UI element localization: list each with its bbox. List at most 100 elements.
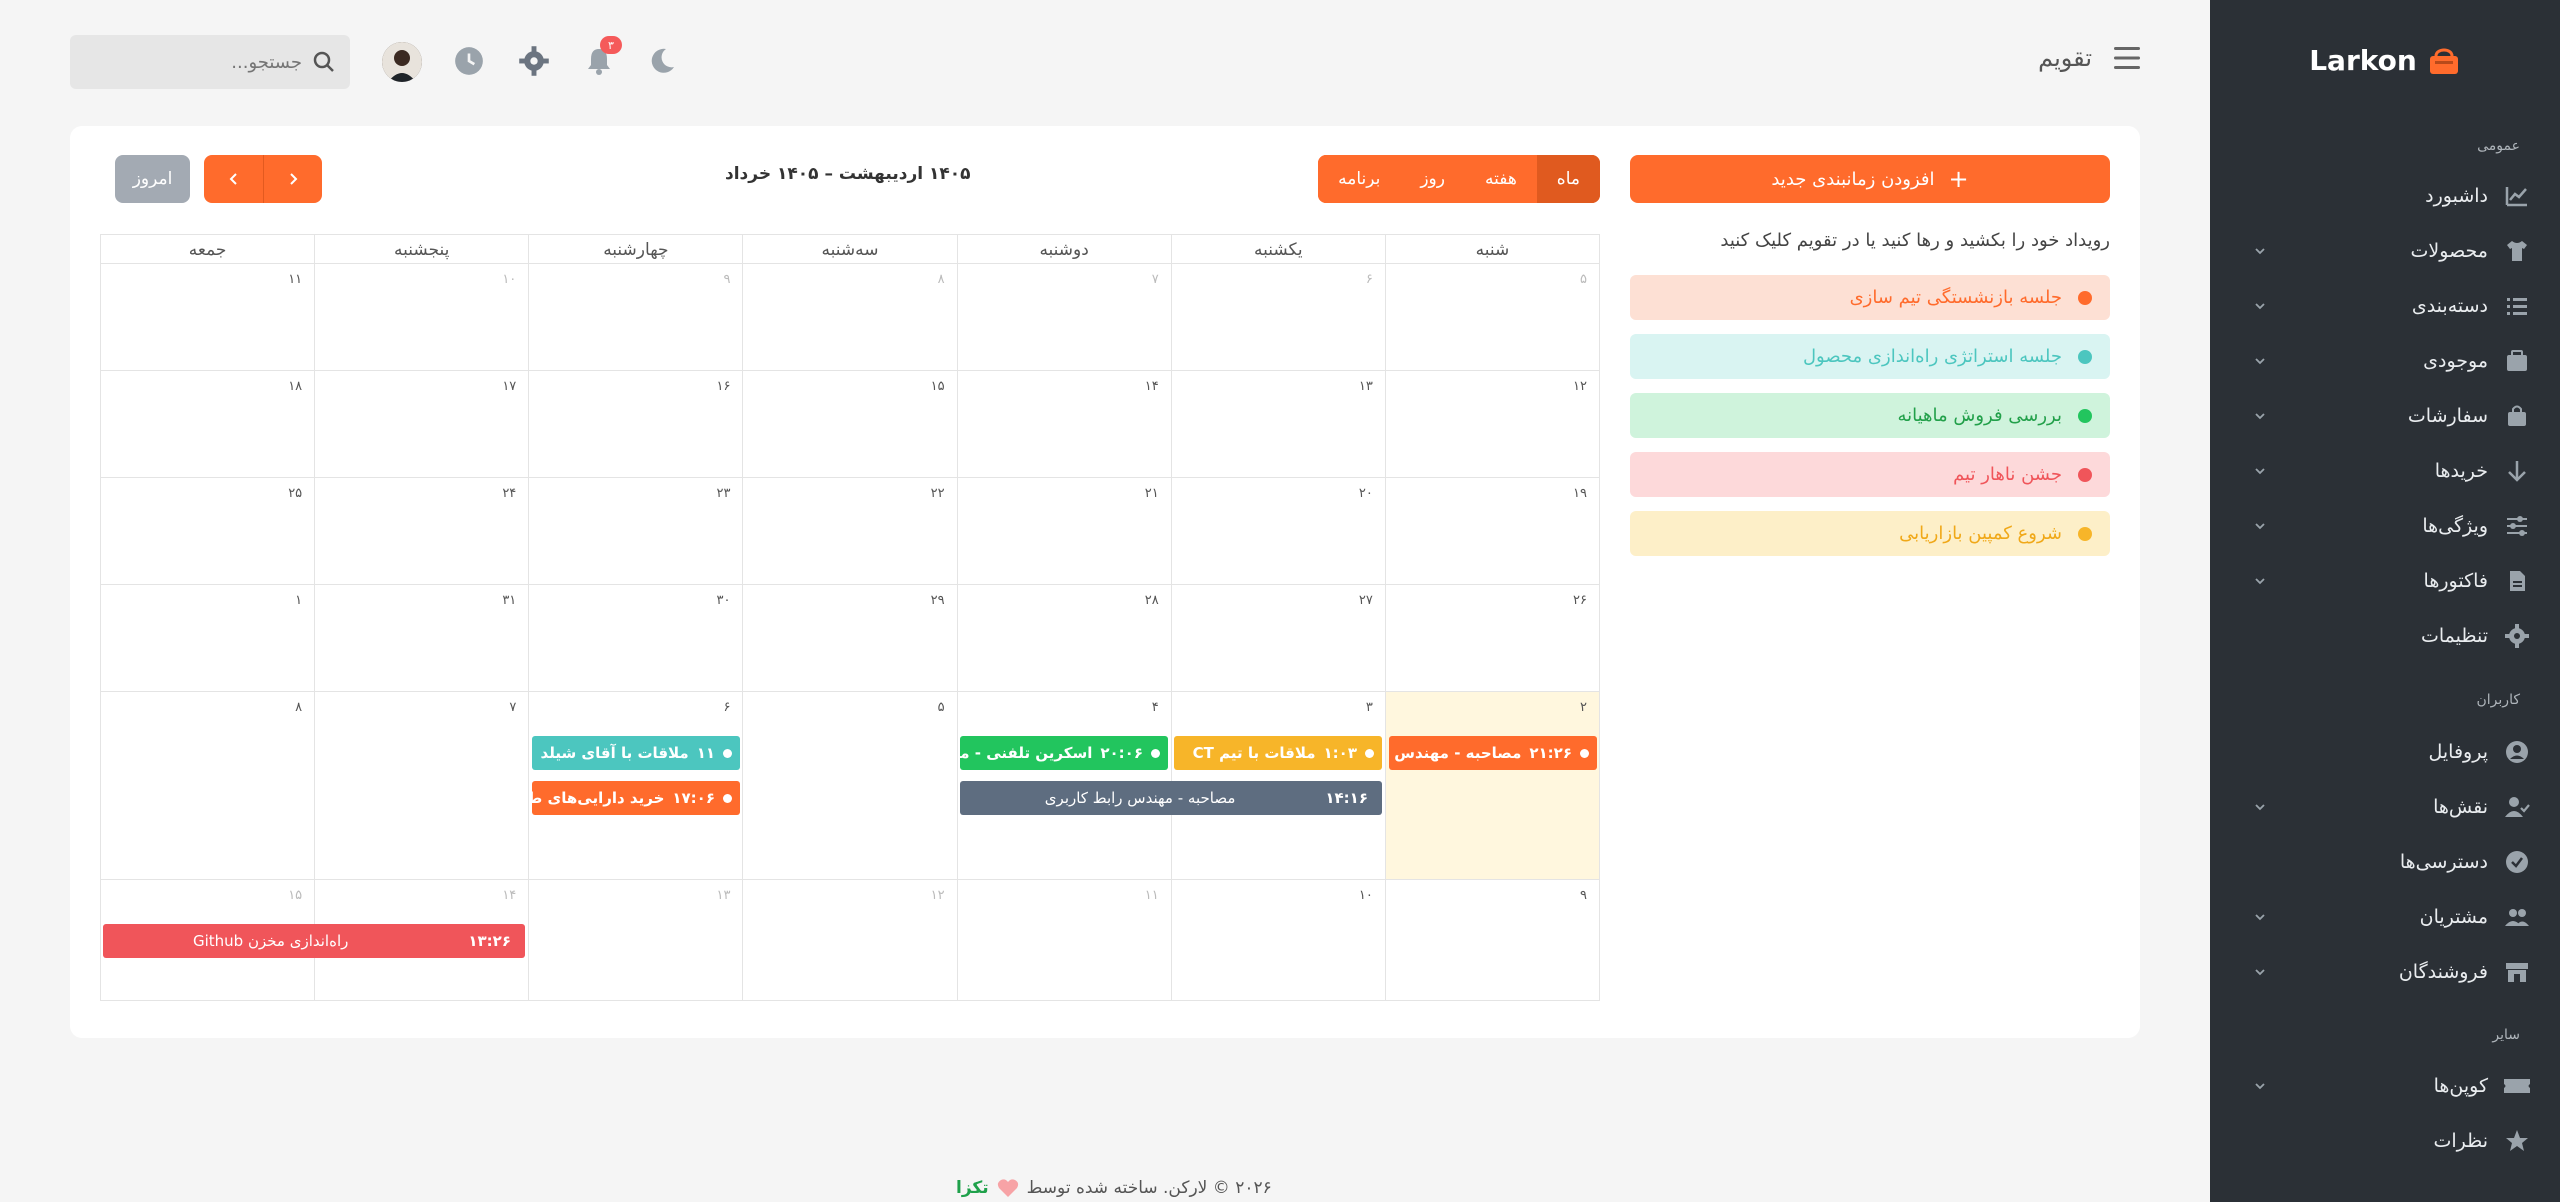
chevron-down-icon: [2250, 962, 2270, 982]
external-event[interactable]: بررسی فروش ماهیانه: [1630, 393, 2110, 438]
external-event[interactable]: جلسه بازنشستگی تیم سازی: [1630, 275, 2110, 320]
day-cell[interactable]: ۲۹: [742, 585, 957, 692]
day-number: ۱۳: [1358, 379, 1373, 394]
sidebar-item-profile[interactable]: پروفایل: [2250, 732, 2532, 772]
menu-icon[interactable]: [2112, 44, 2142, 72]
day-cell-today[interactable]: ۲: [1384, 692, 1600, 880]
day-cell[interactable]: ۱۹: [1384, 478, 1600, 585]
day-cell[interactable]: ۲۵: [100, 478, 315, 585]
calendar-event[interactable]: ۱۴:۱۶ مصاحبه - مهندس رابط کاربری: [960, 781, 1382, 815]
calendar-event[interactable]: ۱۷:۰۶ خرید دارایی‌های طراح: [532, 781, 740, 815]
avatar[interactable]: [382, 42, 422, 82]
external-event[interactable]: جلسه استراتژی راه‌اندازی محصول: [1630, 334, 2110, 379]
add-schedule-button[interactable]: + افزودن زمانبندی جدید: [1630, 155, 2110, 203]
day-cell[interactable]: ۷: [314, 692, 529, 880]
view-month-button[interactable]: ماه: [1536, 155, 1600, 203]
external-event[interactable]: شروع کمپین بازاریابی: [1630, 511, 2110, 556]
day-cell[interactable]: ۲۷: [1170, 585, 1385, 692]
event-dot: [2078, 467, 2092, 482]
sidebar-item-settings[interactable]: تنظیمات: [2250, 616, 2532, 656]
day-cell[interactable]: ۱۵: [742, 371, 957, 478]
day-cell[interactable]: ۵: [742, 692, 957, 880]
settings-button[interactable]: [517, 44, 551, 78]
calendar-event[interactable]: ۱۱ ملاقات با آقای شیلد: [532, 736, 740, 770]
day-cell[interactable]: ۱۰: [1170, 880, 1385, 1001]
sidebar-item-roles[interactable]: نقش‌ها: [2250, 787, 2532, 827]
day-cell[interactable]: ۱۲: [742, 880, 957, 1001]
sidebar-item-products[interactable]: محصولات: [2250, 231, 2532, 271]
day-cell[interactable]: ۲۲: [742, 478, 957, 585]
dark-mode-toggle[interactable]: [645, 44, 679, 78]
sidebar-item-label: داشبورد: [2425, 185, 2488, 207]
day-number: ۸: [937, 272, 945, 287]
day-number: ۱۴: [502, 888, 517, 903]
external-event-label: جلسه استراتژی راه‌اندازی محصول: [1802, 346, 2062, 367]
view-list-button[interactable]: برنامه: [1318, 155, 1401, 203]
calendar-event[interactable]: ۲۱:۲۶ مصاحبه - مهندس پخ: [1389, 736, 1597, 770]
today-button[interactable]: امروز: [115, 155, 190, 203]
day-cell[interactable]: ۱۲: [1384, 371, 1600, 478]
day-cell[interactable]: ۲۸: [956, 585, 1171, 692]
sidebar-item-purchases[interactable]: خریدها: [2250, 451, 2532, 491]
day-cell[interactable]: ۱: [100, 585, 315, 692]
sidebar-item-permissions[interactable]: دسترسی‌ها: [2250, 842, 2532, 882]
sidebar-item-dashboard[interactable]: داشبورد: [2250, 176, 2532, 216]
activity-button[interactable]: [452, 44, 486, 78]
day-cell[interactable]: ۷: [956, 264, 1171, 371]
footer-brand-link[interactable]: تکزا: [956, 1178, 989, 1198]
view-week-button[interactable]: هفته: [1464, 155, 1537, 203]
day-cell[interactable]: ۲۱: [956, 478, 1171, 585]
day-cell[interactable]: ۹: [1384, 880, 1600, 1001]
day-cell[interactable]: ۱۴: [956, 371, 1171, 478]
search-box[interactable]: [70, 35, 350, 89]
sidebar-item-sellers[interactable]: فروشندگان: [2250, 952, 2532, 992]
weekday-label: پنجشنبه: [314, 235, 528, 263]
external-event[interactable]: جشن ناهار تیم: [1630, 452, 2110, 497]
day-cell[interactable]: ۲۰: [1170, 478, 1385, 585]
day-number: ۸: [295, 700, 303, 715]
event-time: ۲۰:۰۶: [1100, 744, 1143, 762]
day-cell[interactable]: ۵: [1384, 264, 1600, 371]
event-dot: [1580, 748, 1589, 758]
search-icon[interactable]: [312, 50, 336, 74]
logo[interactable]: Larkon: [2210, 44, 2560, 77]
day-cell[interactable]: ۱۳: [528, 880, 743, 1001]
sidebar-item-inventory[interactable]: موجودی: [2250, 341, 2532, 381]
day-cell[interactable]: ۹: [528, 264, 743, 371]
event-time: ۱:۰۳: [1323, 744, 1357, 762]
day-cell[interactable]: ۲۳: [528, 478, 743, 585]
search-input[interactable]: [92, 51, 302, 73]
calendar-event[interactable]: ۱:۰۳ ملاقات با تیم CT: [1174, 736, 1382, 770]
day-cell[interactable]: ۱۱: [100, 264, 315, 371]
calendar-event[interactable]: ۱۳:۲۶ راه‌اندازی مخزن Github: [103, 924, 525, 958]
day-cell[interactable]: ۶: [1170, 264, 1385, 371]
day-cell[interactable]: ۲۴: [314, 478, 529, 585]
sidebar-item-customers[interactable]: مشتریان: [2250, 897, 2532, 937]
day-cell[interactable]: ۱۰: [314, 264, 529, 371]
weekday-header: شنبه یکشنبه دوشنبه سه‌شنبه چهارشنبه پنجش…: [100, 234, 1600, 264]
sidebar-item-attributes[interactable]: ویژگی‌ها: [2250, 506, 2532, 546]
day-cell[interactable]: ۸: [742, 264, 957, 371]
day-cell[interactable]: ۱۸: [100, 371, 315, 478]
day-cell[interactable]: ۸: [100, 692, 315, 880]
day-number: ۲۴: [502, 486, 517, 501]
day-cell[interactable]: ۲۶: [1384, 585, 1600, 692]
gear-icon: [519, 46, 549, 76]
day-cell[interactable]: ۳۱: [314, 585, 529, 692]
event-dot: [1151, 748, 1160, 758]
sidebar-item-reviews[interactable]: نظرات: [2250, 1121, 2532, 1161]
day-cell[interactable]: ۱۱: [956, 880, 1171, 1001]
prev-button[interactable]: [263, 155, 322, 203]
day-cell[interactable]: ۱۳: [1170, 371, 1385, 478]
day-cell[interactable]: ۱۷: [314, 371, 529, 478]
sidebar-item-orders[interactable]: سفارشات: [2250, 396, 2532, 436]
next-button[interactable]: [204, 155, 263, 203]
sidebar-item-coupons[interactable]: کوپن‌ها: [2250, 1066, 2532, 1106]
day-cell[interactable]: ۳۰: [528, 585, 743, 692]
calendar-event[interactable]: ۲۰:۰۶ اسکرین تلفنی - مهندس: [960, 736, 1168, 770]
sidebar-item-category[interactable]: دسته‌بندی: [2250, 286, 2532, 326]
day-cell[interactable]: ۱۶: [528, 371, 743, 478]
sidebar-item-invoices[interactable]: فاکتورها: [2250, 561, 2532, 601]
notifications-button[interactable]: ۳: [582, 36, 622, 78]
view-day-button[interactable]: روز: [1400, 155, 1465, 203]
